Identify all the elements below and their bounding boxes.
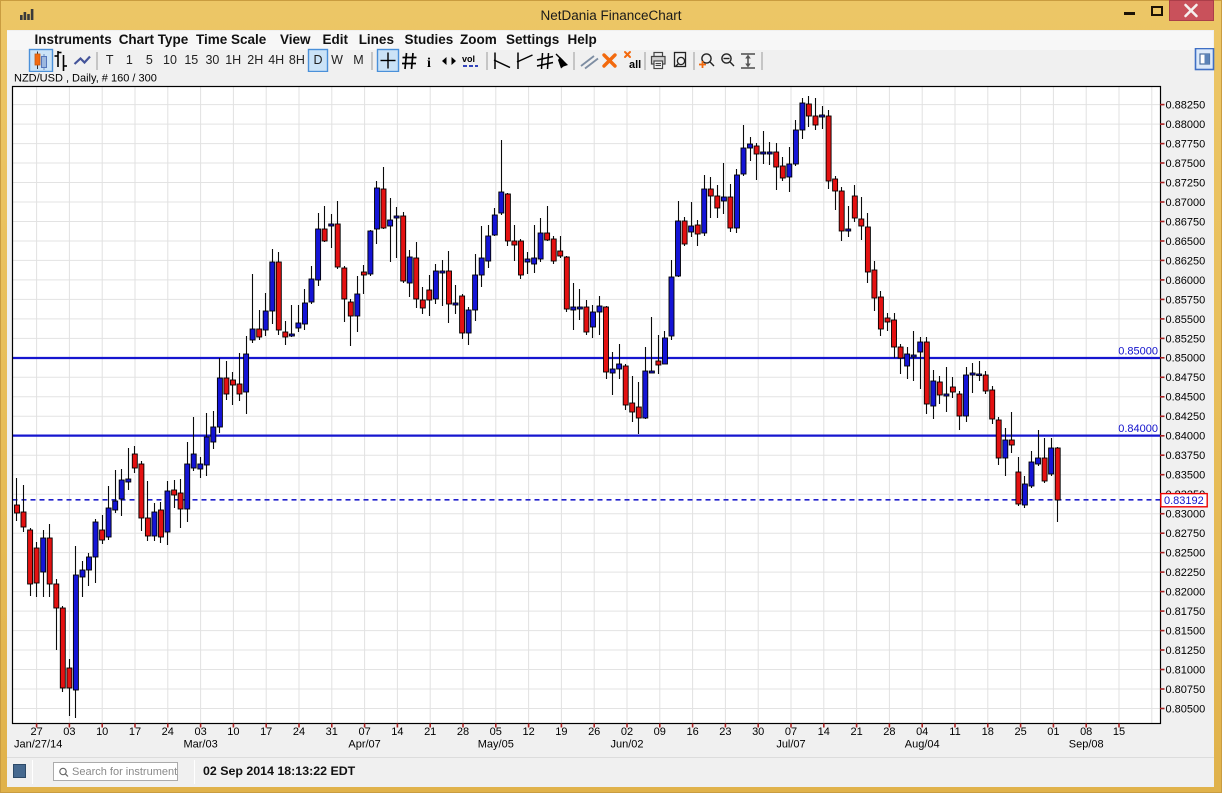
- svg-text:May/05: May/05: [478, 739, 514, 751]
- svg-text:0.84000: 0.84000: [1166, 431, 1206, 443]
- svg-text:all: all: [629, 59, 641, 71]
- svg-text:26: 26: [588, 726, 600, 738]
- svg-text:23: 23: [719, 726, 731, 738]
- svg-text:24: 24: [162, 726, 174, 738]
- svg-text:Sep/08: Sep/08: [1069, 739, 1104, 751]
- svg-text:0.85500: 0.85500: [1166, 314, 1206, 326]
- svg-text:0.86750: 0.86750: [1166, 216, 1206, 228]
- svg-text:14: 14: [391, 726, 403, 738]
- svg-text:01: 01: [1047, 726, 1059, 738]
- svg-text:17: 17: [260, 726, 272, 738]
- svg-text:0.82750: 0.82750: [1166, 528, 1206, 540]
- svg-text:0.80500: 0.80500: [1166, 703, 1206, 715]
- svg-text:0.81750: 0.81750: [1166, 606, 1206, 618]
- svg-text:Jan/27/14: Jan/27/14: [14, 739, 62, 751]
- svg-text:12: 12: [522, 726, 534, 738]
- svg-text:0.84750: 0.84750: [1166, 372, 1206, 384]
- svg-text:0.84500: 0.84500: [1166, 392, 1206, 404]
- svg-text:14: 14: [818, 726, 830, 738]
- svg-text:0.86000: 0.86000: [1166, 275, 1206, 287]
- svg-text:0.83750: 0.83750: [1166, 450, 1206, 462]
- svg-text:04: 04: [916, 726, 928, 738]
- svg-text:0.88000: 0.88000: [1166, 119, 1206, 131]
- svg-text:vol: vol: [462, 54, 475, 64]
- svg-text:0.84250: 0.84250: [1166, 411, 1206, 423]
- svg-text:27: 27: [30, 726, 42, 738]
- svg-text:31: 31: [326, 726, 338, 738]
- svg-text:17: 17: [129, 726, 141, 738]
- svg-text:09: 09: [654, 726, 666, 738]
- svg-text:0.83500: 0.83500: [1166, 470, 1206, 482]
- svg-text:0.86250: 0.86250: [1166, 255, 1206, 267]
- svg-text:10: 10: [227, 726, 239, 738]
- svg-text:Aug/04: Aug/04: [905, 739, 940, 751]
- svg-text:28: 28: [883, 726, 895, 738]
- svg-text:0.87000: 0.87000: [1166, 197, 1206, 209]
- svg-text:0.82500: 0.82500: [1166, 548, 1206, 560]
- svg-text:0.87250: 0.87250: [1166, 177, 1206, 189]
- svg-text:03: 03: [63, 726, 75, 738]
- svg-text:0.84000: 0.84000: [1118, 423, 1158, 435]
- svg-text:10: 10: [96, 726, 108, 738]
- svg-text:25: 25: [1014, 726, 1026, 738]
- svg-text:24: 24: [293, 726, 305, 738]
- svg-text:28: 28: [457, 726, 469, 738]
- svg-text:0.86500: 0.86500: [1166, 236, 1206, 248]
- svg-text:21: 21: [424, 726, 436, 738]
- svg-text:21: 21: [850, 726, 862, 738]
- svg-text:19: 19: [555, 726, 567, 738]
- svg-text:0.85000: 0.85000: [1118, 346, 1158, 358]
- svg-text:18: 18: [982, 726, 994, 738]
- svg-text:0.82250: 0.82250: [1166, 567, 1206, 579]
- svg-text:03: 03: [194, 726, 206, 738]
- svg-text:05: 05: [490, 726, 502, 738]
- svg-text:Mar/03: Mar/03: [183, 739, 217, 751]
- svg-text:0.88250: 0.88250: [1166, 100, 1206, 112]
- svg-text:i: i: [427, 56, 431, 71]
- svg-text:0.80750: 0.80750: [1166, 684, 1206, 696]
- svg-text:0.85000: 0.85000: [1166, 353, 1206, 365]
- svg-text:0.81500: 0.81500: [1166, 626, 1206, 638]
- svg-text:0.85250: 0.85250: [1166, 333, 1206, 345]
- svg-text:Apr/07: Apr/07: [348, 739, 380, 751]
- svg-text:0.81000: 0.81000: [1166, 664, 1206, 676]
- svg-text:08: 08: [1080, 726, 1092, 738]
- svg-text:30: 30: [752, 726, 764, 738]
- svg-text:15: 15: [1113, 726, 1125, 738]
- svg-text:Jul/07: Jul/07: [776, 739, 805, 751]
- svg-text:Jun/02: Jun/02: [610, 739, 643, 751]
- svg-text:07: 07: [785, 726, 797, 738]
- svg-text:16: 16: [686, 726, 698, 738]
- svg-text:NZD/USD , Daily, # 160 / 300: NZD/USD , Daily, # 160 / 300: [14, 73, 157, 85]
- svg-text:0.85750: 0.85750: [1166, 294, 1206, 306]
- svg-text:0.87500: 0.87500: [1166, 158, 1206, 170]
- svg-text:0.83000: 0.83000: [1166, 509, 1206, 521]
- svg-text:0.81250: 0.81250: [1166, 645, 1206, 657]
- svg-text:0.87750: 0.87750: [1166, 139, 1206, 151]
- svg-text:02: 02: [621, 726, 633, 738]
- svg-text:0.82000: 0.82000: [1166, 587, 1206, 599]
- svg-text:0.83192: 0.83192: [1164, 495, 1204, 507]
- svg-text:07: 07: [358, 726, 370, 738]
- svg-text:11: 11: [949, 726, 960, 738]
